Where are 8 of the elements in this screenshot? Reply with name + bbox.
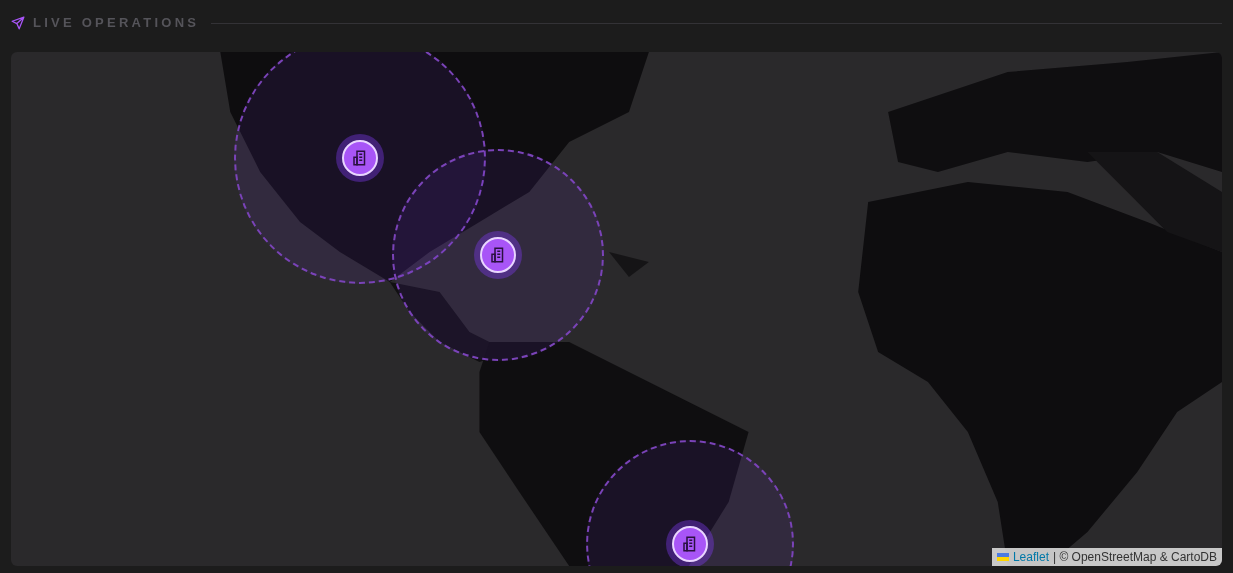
attribution-text: | © OpenStreetMap & CartoDB (1052, 549, 1217, 566)
paper-plane-icon (11, 16, 25, 30)
leaflet-link[interactable]: Leaflet (1012, 548, 1049, 566)
site-marker[interactable] (336, 134, 384, 182)
site-marker[interactable] (474, 231, 522, 279)
flag-icon (996, 553, 1009, 561)
section-title: LIVE OPERATIONS (33, 14, 200, 33)
site-marker[interactable] (666, 520, 714, 566)
